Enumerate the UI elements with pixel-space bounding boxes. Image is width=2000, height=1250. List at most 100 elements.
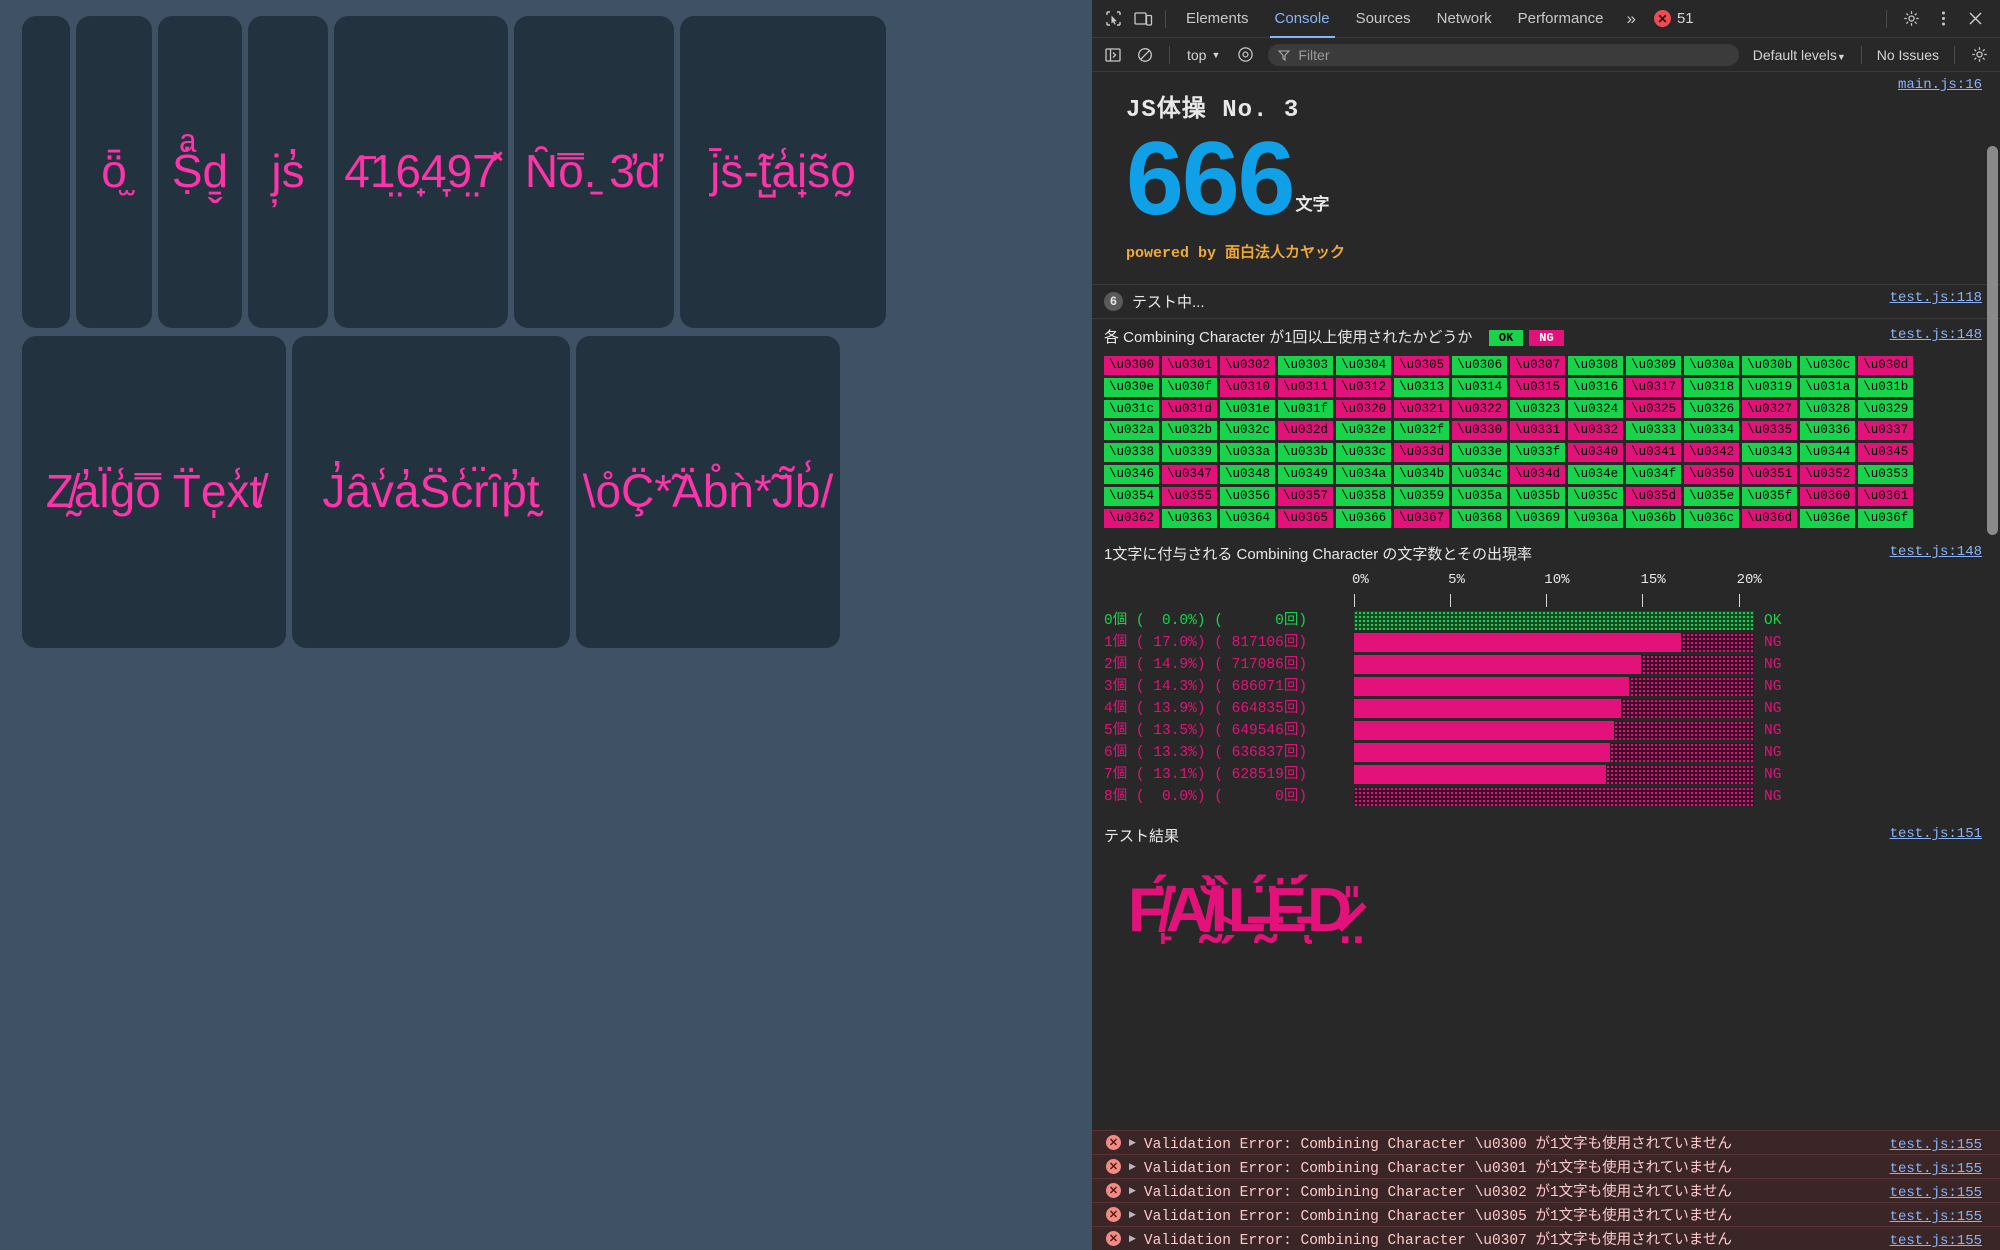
expand-triangle-icon[interactable]: ▶ xyxy=(1129,1209,1136,1220)
source-link-test-js-148b[interactable]: test.js:148 xyxy=(1890,544,1982,560)
cc-cell: \u030d xyxy=(1858,355,1914,375)
kebab-menu-icon[interactable] xyxy=(1928,6,1958,32)
source-link-test-js-155[interactable]: test.js:155 xyxy=(1890,1161,1982,1177)
console-error-row[interactable]: ✕ ▶ Validation Error: Combining Character … xyxy=(1092,1130,2000,1154)
cc-grid-row: \u0346 \u0347 \u0348 \u0349 \u034a \u034b \u03… xyxy=(1104,465,1988,485)
axis-tick-label: 0% xyxy=(1352,571,1369,588)
card-sd: Ṩͣḏ̬ xyxy=(158,16,242,328)
failed-banner: F̸̙̈́A̸̰̐Ȉ̴̗L̶̰̈́Ë̵́ͅD̷̤̎ xyxy=(1092,850,2000,1080)
console-scrollbar-thumb[interactable] xyxy=(1987,146,1998,535)
cc-cell: \u0337 xyxy=(1858,421,1914,441)
histogram-row-label: 2個 ( 14.9%) ( 717086回) xyxy=(1104,656,1308,673)
error-count-badge[interactable]: ✕ 51 xyxy=(1653,10,1694,27)
cc-cell: \u033a xyxy=(1220,443,1276,463)
card-zalgo-text: Z̸̰a̓l̈g̾o̿ T̈e̩x̾t̸ xyxy=(22,336,286,648)
cc-cell: \u0355 xyxy=(1162,487,1218,506)
char-count-number: 666 xyxy=(1126,121,1296,237)
cc-cell: \u033c xyxy=(1336,443,1392,463)
show-console-sidebar-icon[interactable] xyxy=(1098,42,1128,68)
log-levels-dropdown[interactable]: Default levels▼ xyxy=(1747,47,1852,63)
cc-cell: \u030b xyxy=(1742,355,1798,375)
cc-grid-row: \u0354 \u0355 \u0356 \u0357 \u0358 \u0359 \u03… xyxy=(1104,487,1988,506)
cc-cell: \u0303 xyxy=(1278,355,1334,375)
source-link-test-js-155[interactable]: test.js:155 xyxy=(1890,1209,1982,1225)
inspect-icon[interactable] xyxy=(1098,6,1128,32)
cc-cell: \u0312 xyxy=(1336,377,1392,397)
cc-cell: \u0345 xyxy=(1858,443,1914,463)
cc-cell: \u035c xyxy=(1568,487,1624,506)
cc-cell: \u0338 xyxy=(1104,443,1160,463)
more-tabs-icon[interactable]: » xyxy=(1617,9,1646,29)
source-link-test-js-118[interactable]: test.js:118 xyxy=(1890,290,1982,306)
histogram-bar-track xyxy=(1354,655,1754,675)
card-js-text: j̦s̓ xyxy=(271,145,305,198)
tab-network[interactable]: Network xyxy=(1424,0,1505,38)
live-expression-icon[interactable] xyxy=(1230,42,1260,68)
source-link-test-js-151[interactable]: test.js:151 xyxy=(1890,826,1982,842)
card-js-taiso-text: j̄s̈-̃t̺a̾i̟s̃o̰ xyxy=(710,145,856,198)
source-link-test-js-155[interactable]: test.js:155 xyxy=(1890,1233,1982,1249)
tab-elements[interactable]: Elements xyxy=(1173,0,1262,38)
cc-cell: \u0343 xyxy=(1742,443,1798,463)
issues-button[interactable]: No Issues xyxy=(1871,47,1945,63)
cc-cell: \u0327 xyxy=(1742,399,1798,419)
card-symbols: \o̊Ç̈*̃Ä̈b̊ǹ*̃J̃b̾/ xyxy=(576,336,840,648)
expand-triangle-icon[interactable]: ▶ xyxy=(1129,1185,1136,1196)
cc-cell: \u030c xyxy=(1800,355,1856,375)
cc-cell: \u0314 xyxy=(1452,377,1508,397)
expand-triangle-icon[interactable]: ▶ xyxy=(1129,1233,1136,1244)
histogram-bar-fill xyxy=(1354,721,1614,741)
histogram-bar-track xyxy=(1354,699,1754,719)
result-section-header: テスト結果 test.js:151 xyxy=(1092,818,2000,850)
expand-triangle-icon[interactable]: ▶ xyxy=(1129,1137,1136,1148)
close-icon[interactable] xyxy=(1960,6,1990,32)
axis-tick xyxy=(1546,593,1548,607)
console-error-row[interactable]: ✕ ▶ Validation Error: Combining Character … xyxy=(1092,1154,2000,1178)
cc-cell: \u0304 xyxy=(1336,355,1392,375)
filter-box[interactable] xyxy=(1268,43,1739,66)
card-blank-1 xyxy=(22,16,70,328)
device-toolbar-icon[interactable] xyxy=(1128,6,1158,32)
console-group-testing[interactable]: 6 テスト中... test.js:118 xyxy=(1092,285,2000,319)
console-scrollbar[interactable] xyxy=(1987,146,1998,1248)
cc-cell: \u036d xyxy=(1742,508,1798,528)
cc-cell: \u0357 xyxy=(1278,487,1334,506)
tabbar-divider xyxy=(1165,9,1166,28)
console-error-row[interactable]: ✕ ▶ Validation Error: Combining Character … xyxy=(1092,1226,2000,1250)
histogram-row-label: 8個 ( 0.0%) ( 0回) xyxy=(1104,788,1308,805)
cc-cell: \u036a xyxy=(1568,508,1624,528)
console-message-header: main.js:16 JS体操 No. 3 666 文字 powered by … xyxy=(1092,72,2000,285)
card-javascript-text: J̓ȃv̾a̓S̈c̾r̈ȋp̓t̰ xyxy=(322,465,540,518)
axis-tick xyxy=(1738,593,1740,607)
source-link-main-js[interactable]: main.js:16 xyxy=(1898,77,1982,93)
histogram-bar-fill xyxy=(1354,743,1610,763)
clear-console-icon[interactable] xyxy=(1130,42,1160,68)
source-link-test-js-148a[interactable]: test.js:148 xyxy=(1890,327,1982,343)
tab-console[interactable]: Console xyxy=(1262,0,1343,38)
source-link-test-js-155[interactable]: test.js:155 xyxy=(1890,1185,1982,1201)
gear-icon[interactable] xyxy=(1896,6,1926,32)
cc-cell: \u0340 xyxy=(1568,443,1624,463)
cc-cell: \u0367 xyxy=(1394,508,1450,528)
axis-tick xyxy=(1450,593,1452,607)
tab-network-label: Network xyxy=(1436,9,1492,27)
cc-cell: \u0328 xyxy=(1800,399,1856,419)
cc-cell: \u031a xyxy=(1800,377,1856,397)
execution-context-selector[interactable]: top ▼ xyxy=(1179,44,1228,66)
tab-sources[interactable]: Sources xyxy=(1343,0,1424,38)
source-link-test-js-155[interactable]: test.js:155 xyxy=(1890,1137,1982,1153)
cc-cell: \u0322 xyxy=(1452,399,1508,419)
console-error-row[interactable]: ✕ ▶ Validation Error: Combining Character … xyxy=(1092,1202,2000,1226)
error-message-text: Validation Error: Combining Character \u… xyxy=(1143,1233,1732,1249)
console-settings-icon[interactable] xyxy=(1964,42,1994,68)
cc-cell: \u035b xyxy=(1510,487,1566,506)
console-error-row[interactable]: ✕ ▶ Validation Error: Combining Character … xyxy=(1092,1178,2000,1202)
cc-cell: \u034f xyxy=(1626,465,1682,485)
expand-triangle-icon[interactable]: ▶ xyxy=(1129,1161,1136,1172)
error-icon: ✕ xyxy=(1106,1135,1121,1150)
tab-performance[interactable]: Performance xyxy=(1505,0,1617,38)
cc-cell: \u0332 xyxy=(1568,421,1624,441)
cc-cell: \u0361 xyxy=(1858,487,1914,506)
console-message-list[interactable]: main.js:16 JS体操 No. 3 666 文字 powered by … xyxy=(1092,72,2000,1250)
filter-input[interactable] xyxy=(1298,46,1729,63)
